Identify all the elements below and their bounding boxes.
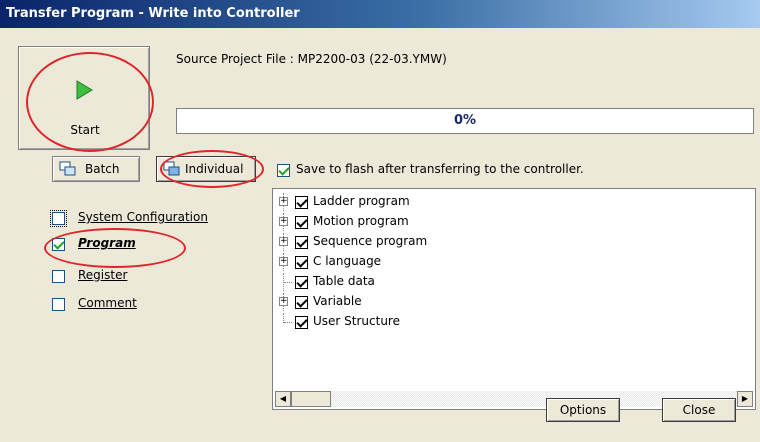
- tree-label: Sequence program: [313, 234, 428, 248]
- system-configuration-checkbox[interactable]: [50, 210, 67, 227]
- tree-label: Variable: [313, 294, 362, 308]
- batch-button[interactable]: Batch: [52, 156, 140, 182]
- tree-connector: [284, 322, 292, 323]
- play-icon: [76, 80, 93, 100]
- close-button[interactable]: Close: [662, 398, 736, 422]
- tree-row-c-language[interactable]: + C language: [273, 253, 753, 271]
- side-item-label: Comment: [78, 296, 137, 310]
- tree-label: C language: [313, 254, 382, 268]
- tree-label: User Structure: [313, 314, 400, 328]
- individual-icon: [163, 161, 180, 176]
- comment-checkbox[interactable]: [52, 298, 65, 311]
- tree-label: Motion program: [313, 214, 409, 228]
- save-to-flash-label: Save to flash after transferring to the …: [296, 162, 584, 176]
- start-button[interactable]: Start: [18, 46, 150, 150]
- tree-row-ladder-program[interactable]: + Ladder program: [273, 193, 753, 211]
- dialog-body: Start Source Project File : MP2200-03 (2…: [0, 28, 760, 442]
- tree-checkbox[interactable]: [295, 236, 308, 249]
- tree-row-motion-program[interactable]: + Motion program: [273, 213, 753, 231]
- expand-icon[interactable]: +: [279, 297, 288, 306]
- progress-bar: 0%: [176, 108, 754, 134]
- tree-row-variable[interactable]: + Variable: [273, 293, 753, 311]
- expand-icon[interactable]: +: [279, 257, 288, 266]
- tree-row-table-data[interactable]: Table data: [273, 273, 753, 291]
- tree-row-sequence-program[interactable]: + Sequence program: [273, 233, 753, 251]
- side-item-label: Program: [78, 236, 136, 250]
- tree-checkbox[interactable]: [295, 276, 308, 289]
- scroll-right-icon[interactable]: ▶: [737, 391, 753, 407]
- tree-label: Table data: [313, 274, 375, 288]
- scroll-thumb[interactable]: [291, 391, 331, 407]
- tree-checkbox[interactable]: [295, 196, 308, 209]
- register-checkbox[interactable]: [52, 270, 65, 283]
- batch-label: Batch: [85, 162, 120, 176]
- side-item-label: Register: [78, 268, 128, 282]
- tree-row-user-structure[interactable]: User Structure: [273, 313, 753, 331]
- batch-icon: [59, 161, 76, 176]
- scroll-left-icon[interactable]: ◀: [275, 391, 291, 407]
- tree-checkbox[interactable]: [295, 296, 308, 309]
- expand-icon[interactable]: +: [279, 237, 288, 246]
- tree-connector: [284, 282, 292, 283]
- program-tree[interactable]: + Ladder program + Motion program + Sequ…: [272, 188, 756, 410]
- tree-checkbox[interactable]: [295, 216, 308, 229]
- tree-label: Ladder program: [313, 194, 410, 208]
- individual-label: Individual: [185, 162, 244, 176]
- program-checkbox[interactable]: [52, 238, 65, 251]
- tree-checkbox[interactable]: [295, 316, 308, 329]
- window-title: Transfer Program - Write into Controller: [0, 0, 760, 28]
- tree-checkbox[interactable]: [295, 256, 308, 269]
- save-to-flash-checkbox[interactable]: [277, 164, 290, 177]
- individual-button[interactable]: Individual: [156, 156, 256, 182]
- source-project-file: Source Project File : MP2200-03 (22-03.Y…: [176, 52, 447, 66]
- side-item-label: System Configuration: [78, 210, 208, 224]
- expand-icon[interactable]: +: [279, 197, 288, 206]
- start-label: Start: [70, 123, 100, 137]
- progress-text: 0%: [453, 113, 477, 128]
- options-button[interactable]: Options: [546, 398, 620, 422]
- expand-icon[interactable]: +: [279, 217, 288, 226]
